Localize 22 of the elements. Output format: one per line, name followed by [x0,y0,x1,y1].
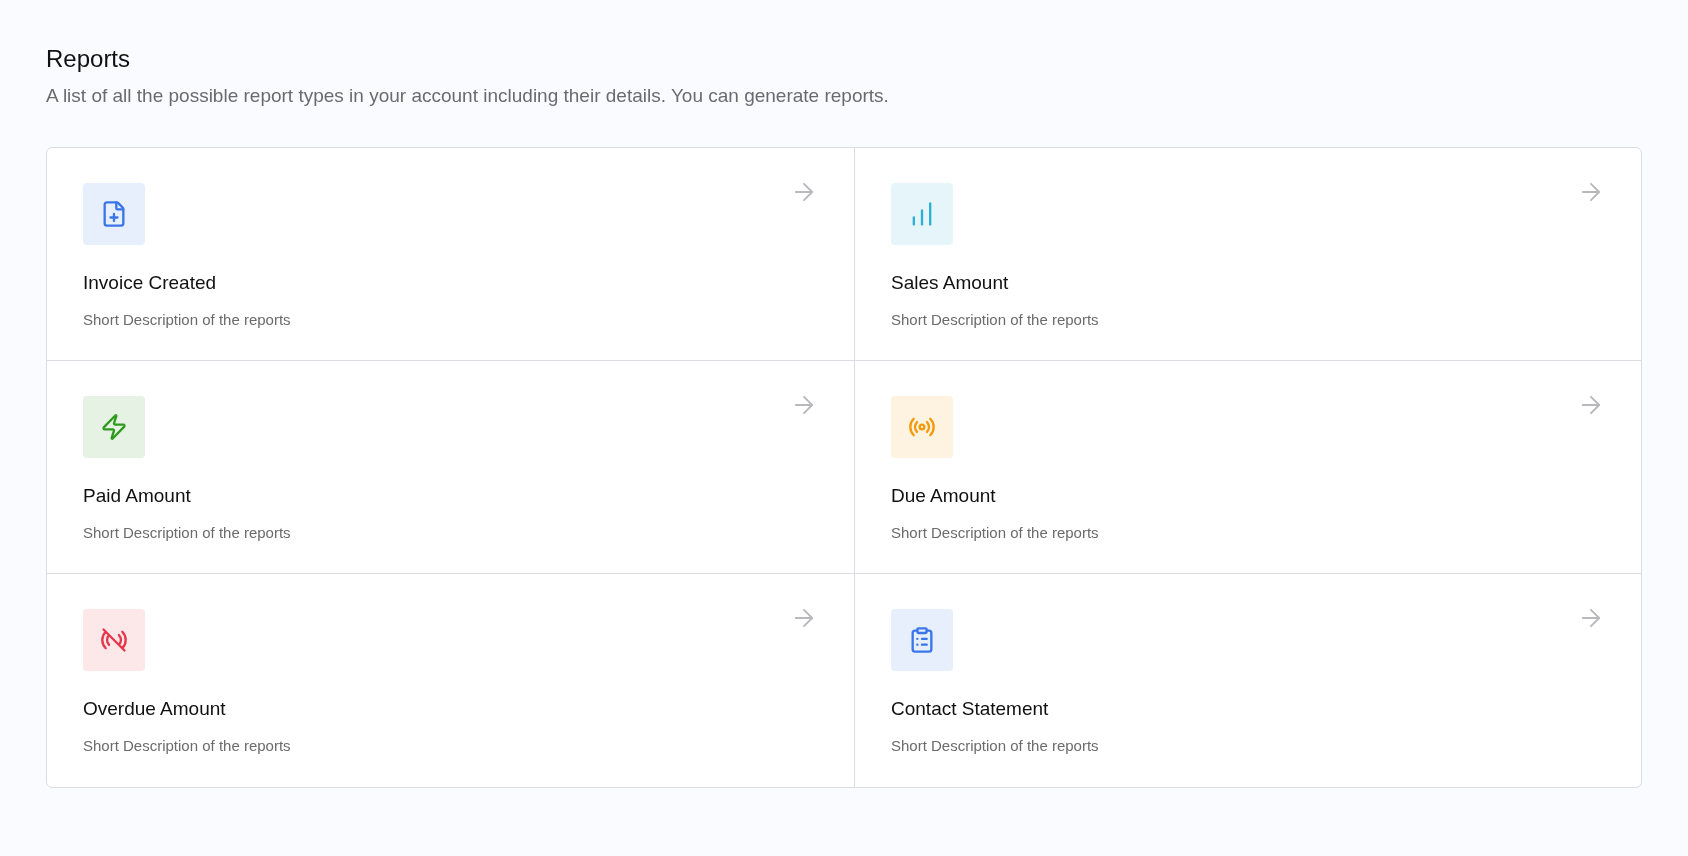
report-card[interactable]: Invoice Created Short Description of the reports [47,147,855,361]
report-description: Short Description of the reports [891,736,1100,756]
report-card[interactable]: Overdue Amount Short Description of the reports [47,573,855,787]
report-card[interactable]: Contact Statement Short Description of the reports [855,573,1641,787]
report-card[interactable]: Sales Amount Short Description of the reports [855,147,1641,361]
report-title: Sales Amount [891,270,1010,295]
report-card[interactable]: Due Amount Short Description of the reports [855,360,1641,574]
report-title: Paid Amount [83,483,192,508]
page-title: Reports [46,44,132,74]
report-description: Short Description of the reports [83,310,292,330]
report-description: Short Description of the reports [891,310,1100,330]
report-description: Short Description of the reports [83,523,292,543]
report-description: Short Description of the reports [891,523,1100,543]
report-title: Due Amount [891,483,997,508]
page-description: A list of all the possible report types in your account including their details. You can generate reports. [46,84,890,108]
report-description: Short Description of the reports [83,736,292,756]
report-title: Contact Statement [891,696,1050,721]
report-title: Overdue Amount [83,696,227,721]
report-card[interactable]: Paid Amount Short Description of the reports [47,360,855,574]
lightning-icon [100,412,128,441]
report-title: Invoice Created [83,270,218,295]
broadcast-off-icon [100,625,128,654]
